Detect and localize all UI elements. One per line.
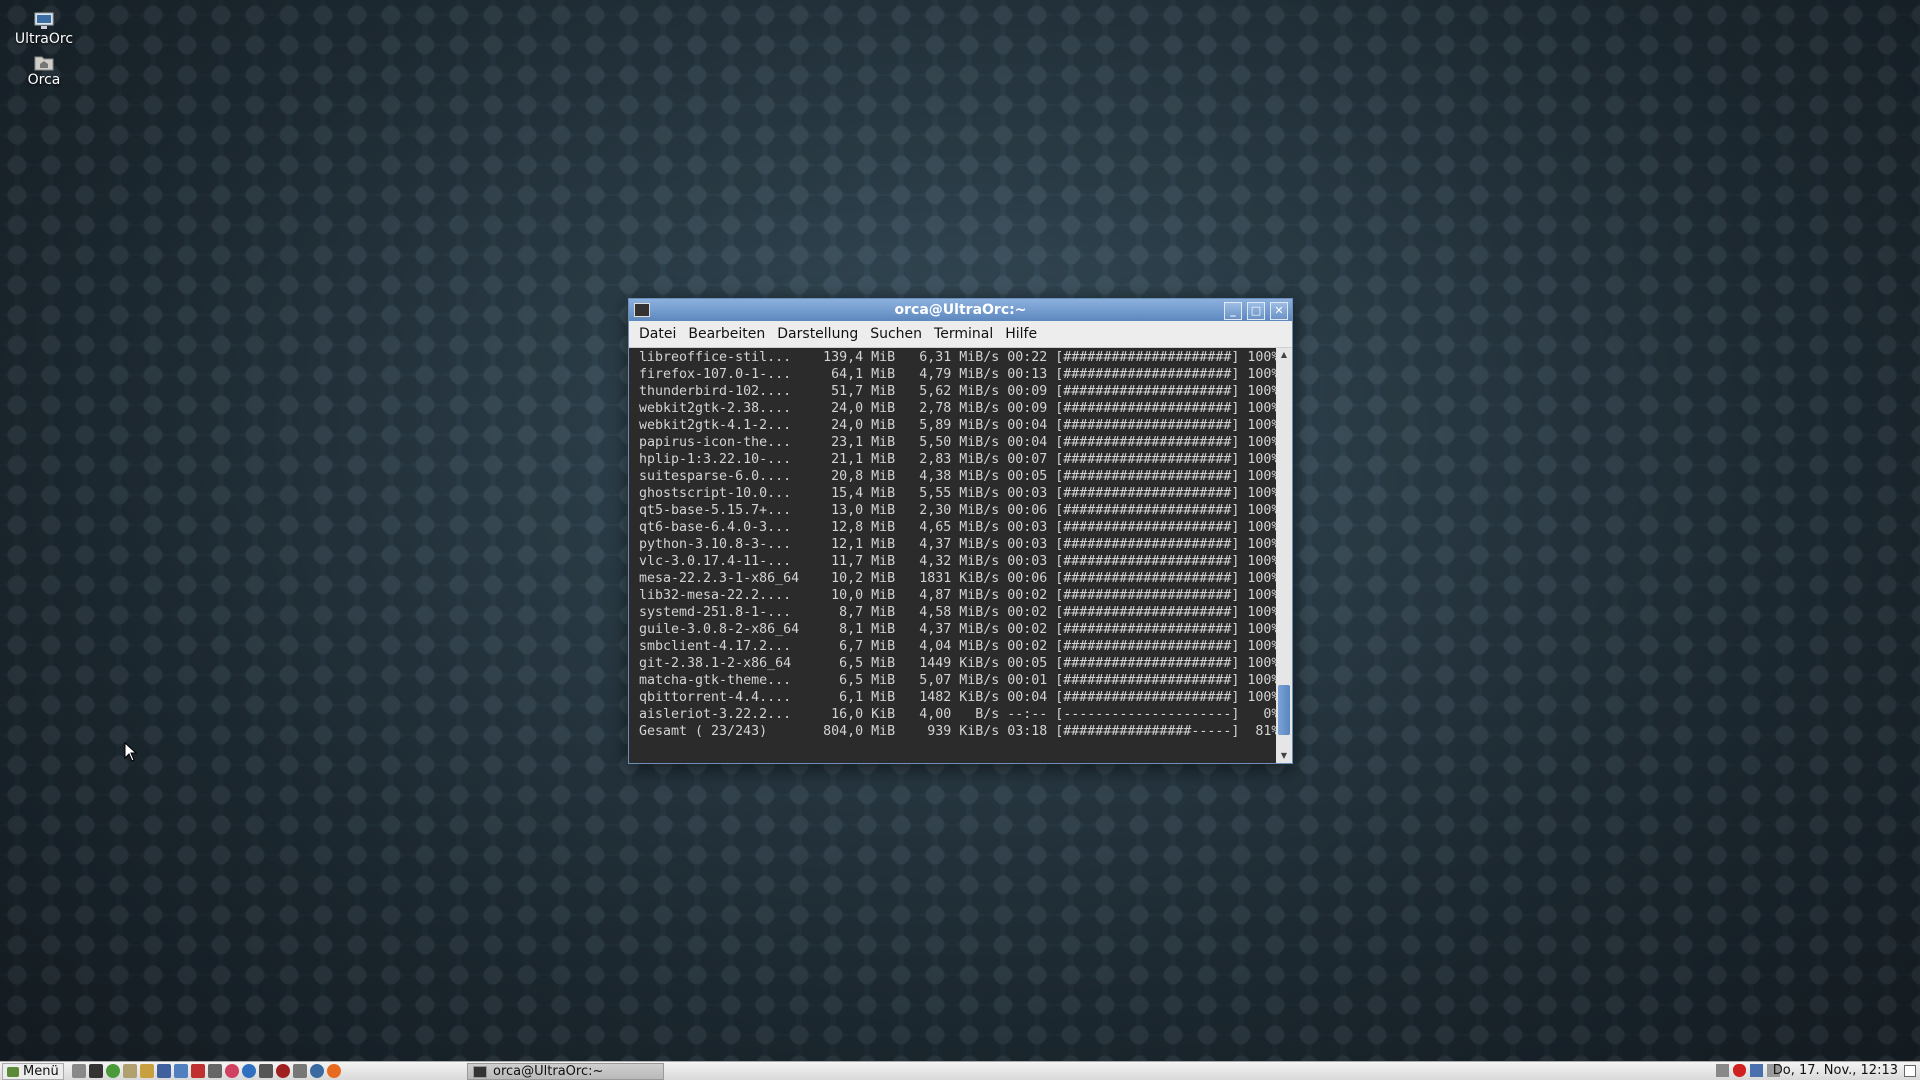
system-tray — [1716, 1064, 1780, 1077]
task-label: orca@UltraOrc:~ — [493, 1064, 604, 1079]
terminal-line: webkit2gtk-2.38.... 24,0 MiB 2,78 MiB/s … — [639, 401, 1276, 416]
menu-datei[interactable]: Datei — [633, 326, 682, 342]
terminal-line: lib32-mesa-22.2.... 10,0 MiB 4,87 MiB/s … — [639, 588, 1276, 603]
terminal-line: firefox-107.0-1-... 64,1 MiB 4,79 MiB/s … — [639, 367, 1276, 382]
terminal-scrollbar[interactable]: ▲ ▼ — [1276, 348, 1292, 763]
show-desktop-icon[interactable] — [72, 1064, 86, 1078]
terminal-line: aisleriot-3.22.2... 16,0 KiB 4,00 B/s --… — [639, 707, 1276, 722]
browser-launcher-icon[interactable] — [106, 1064, 120, 1078]
show-desktop-button[interactable] — [1904, 1065, 1916, 1077]
terminal-line: Gesamt ( 23/243) 804,0 MiB 939 KiB/s 03:… — [639, 724, 1276, 739]
terminal-line: systemd-251.8-1-... 8,7 MiB 4,58 MiB/s 0… — [639, 605, 1276, 620]
taskbar: Menü orca@UltraOrc:~ Do, 17. Nov., 12:13 — [0, 1061, 1920, 1080]
calculator-launcher-icon[interactable] — [208, 1064, 222, 1078]
minimize-button[interactable]: _ — [1224, 302, 1242, 320]
computer-icon — [34, 12, 54, 29]
terminal-line: mesa-22.2.3-1-x86_64 10,2 MiB 1831 KiB/s… — [639, 571, 1276, 586]
files-launcher-icon[interactable] — [123, 1064, 137, 1078]
terminal-line: papirus-icon-the... 23,1 MiB 5,50 MiB/s … — [639, 435, 1276, 450]
firefox-launcher-icon[interactable] — [327, 1064, 341, 1078]
close-button[interactable]: ✕ — [1270, 302, 1288, 320]
terminal-line: ghostscript-10.0... 15,4 MiB 5,55 MiB/s … — [639, 486, 1276, 501]
security-launcher-icon[interactable] — [276, 1064, 290, 1078]
menu-logo-icon — [7, 1066, 19, 1077]
menu-suchen[interactable]: Suchen — [864, 326, 928, 342]
document-launcher-icon[interactable] — [174, 1064, 188, 1078]
menubar: Datei Bearbeiten Darstellung Suchen Term… — [629, 321, 1292, 348]
taskbar-window-button[interactable]: orca@UltraOrc:~ — [467, 1063, 664, 1080]
terminal-line: git-2.38.1-2-x86_64 6,5 MiB 1449 KiB/s 0… — [639, 656, 1276, 671]
chat-launcher-icon[interactable] — [310, 1064, 324, 1078]
network-signal-icon[interactable] — [1750, 1064, 1763, 1077]
network-launcher-icon[interactable] — [242, 1064, 256, 1078]
scroll-down-arrow[interactable]: ▼ — [1276, 749, 1292, 763]
terminal-line: qbittorrent-4.4.... 6,1 MiB 1482 KiB/s 0… — [639, 690, 1276, 705]
quick-launch — [72, 1064, 341, 1078]
maximize-button[interactable]: □ — [1247, 302, 1265, 320]
desktop-icon-ultraorc[interactable]: UltraOrc — [14, 12, 74, 47]
scroll-up-arrow[interactable]: ▲ — [1276, 348, 1292, 362]
terminal-window[interactable]: orca@UltraOrc:~ _ □ ✕ Datei Bearbeiten D… — [628, 298, 1293, 764]
terminal-line: libreoffice-stil... 139,4 MiB 6,31 MiB/s… — [639, 350, 1276, 365]
update-shield-icon[interactable] — [1733, 1064, 1746, 1077]
terminal-line: smbclient-4.17.2... 6,7 MiB 4,04 MiB/s 0… — [639, 639, 1276, 654]
pdf-launcher-icon[interactable] — [191, 1064, 205, 1078]
menu-terminal[interactable]: Terminal — [928, 326, 999, 342]
menu-darstellung[interactable]: Darstellung — [771, 326, 864, 342]
terminal-line: webkit2gtk-4.1-2... 24,0 MiB 5,89 MiB/s … — [639, 418, 1276, 433]
screenshot-launcher-icon[interactable] — [293, 1064, 307, 1078]
gimp-launcher-icon[interactable] — [259, 1064, 273, 1078]
terminal-line: python-3.10.8-3-... 12,1 MiB 4,37 MiB/s … — [639, 537, 1276, 552]
terminal-line: guile-3.0.8-2-x86_64 8,1 MiB 4,37 MiB/s … — [639, 622, 1276, 637]
terminal-line: hplip-1:3.22.10-... 21,1 MiB 2,83 MiB/s … — [639, 452, 1276, 467]
scroll-thumb[interactable] — [1278, 685, 1290, 735]
terminal-line: qt6-base-6.4.0-3... 12,8 MiB 4,65 MiB/s … — [639, 520, 1276, 535]
terminal-app-icon[interactable] — [634, 303, 650, 317]
terminal-line: vlc-3.0.17.4-11-... 11,7 MiB 4,32 MiB/s … — [639, 554, 1276, 569]
window-titlebar[interactable]: orca@UltraOrc:~ _ □ ✕ — [629, 299, 1292, 321]
terminal-line: suitesparse-6.0.... 20,8 MiB 4,38 MiB/s … — [639, 469, 1276, 484]
terminal-task-icon — [473, 1065, 487, 1078]
desktop-icon-label: Orca — [27, 72, 61, 88]
terminal-line: qt5-base-5.15.7+... 13,0 MiB 2,30 MiB/s … — [639, 503, 1276, 518]
terminal-launcher-icon[interactable] — [89, 1064, 103, 1078]
start-menu-button[interactable]: Menü — [2, 1063, 64, 1080]
help-launcher-icon[interactable] — [225, 1064, 239, 1078]
home-folder-icon — [34, 56, 54, 71]
start-label: Menü — [23, 1064, 59, 1079]
terminal-line: thunderbird-102.... 51,7 MiB 5,62 MiB/s … — [639, 384, 1276, 399]
menu-hilfe[interactable]: Hilfe — [999, 326, 1043, 342]
editor-launcher-icon[interactable] — [140, 1064, 154, 1078]
tools-launcher-icon[interactable] — [157, 1064, 171, 1078]
window-title: orca@UltraOrc:~ — [894, 302, 1027, 318]
volume-icon[interactable] — [1716, 1064, 1729, 1077]
desktop-icon-label: UltraOrc — [14, 31, 74, 47]
menu-bearbeiten[interactable]: Bearbeiten — [682, 326, 771, 342]
terminal-output[interactable]: libreoffice-stil... 139,4 MiB 6,31 MiB/s… — [629, 348, 1276, 763]
desktop-icon-orca[interactable]: Orca — [14, 53, 74, 88]
terminal-line: matcha-gtk-theme... 6,5 MiB 5,07 MiB/s 0… — [639, 673, 1276, 688]
clock[interactable]: Do, 17. Nov., 12:13 — [1773, 1062, 1898, 1080]
